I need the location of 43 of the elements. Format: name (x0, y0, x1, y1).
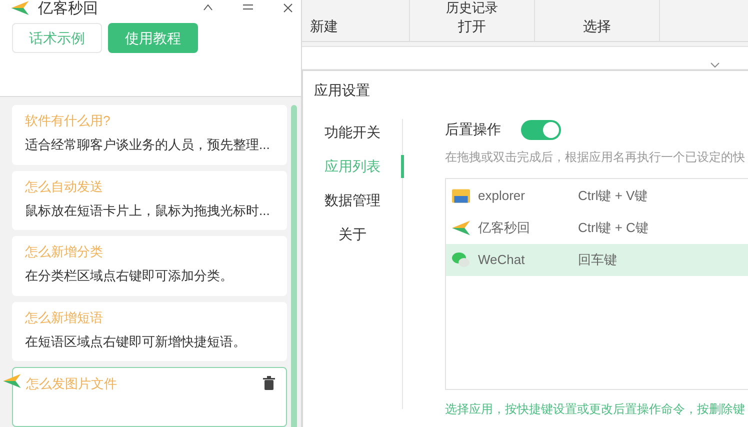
app-name: WeChat (478, 251, 526, 270)
app-name: 亿客秒回 (478, 219, 531, 238)
drag-cursor-icon (3, 374, 21, 388)
folder-icon (452, 188, 470, 204)
group-label: 新建 (310, 17, 338, 36)
dialog-title: 应用设置 (313, 81, 370, 99)
app-row[interactable]: explorer Ctrl键 + V键 (446, 180, 748, 212)
nav-item[interactable]: 功能开关 (303, 123, 402, 141)
card-text: 在分类栏区域点右键即可添加分类。 (25, 267, 234, 286)
logo-icon (10, 1, 30, 15)
group-label: 选择 (583, 17, 611, 36)
card-title: 怎么自动发送 (25, 178, 103, 196)
paper-plane-icon (452, 220, 470, 236)
setting-label: 后置操作 (445, 120, 501, 139)
card-text: 在短语区域点右键即可新增快捷短语。 (25, 332, 247, 351)
phrase-card[interactable]: 怎么新增分类 在分类栏区域点右键即可添加分类。 (12, 236, 287, 296)
shortcut-text: Ctrl键 + V键 (578, 187, 648, 206)
card-title: 怎么新增短语 (25, 308, 103, 327)
card-title: 怎么新增分类 (25, 243, 103, 262)
app-name: explorer (478, 187, 526, 206)
description-text: 在拖拽或双击完成后，根据应用名再执行一个已设定的快 (445, 149, 746, 166)
phrase-card[interactable]: 怎么新增短语 在短语区域点右键即可新增快捷短语。 (12, 302, 287, 362)
trash-icon[interactable] (263, 376, 275, 390)
chevron-icon (710, 62, 720, 68)
shortcut-text: Ctrl键 + C键 (578, 219, 648, 238)
close-icon[interactable] (281, 2, 295, 14)
card-title: 软件有什么用? (25, 112, 110, 130)
app-row[interactable]: 亿客秒回 Ctrl键 + C键 (446, 212, 748, 244)
hint-text: 选择应用，按快捷键设置或更改后置操作命令，按删除键 (445, 402, 746, 416)
window-title: 亿客秒回 (38, 0, 98, 16)
shortcut-text: 回车键 (578, 251, 617, 270)
toggle-switch[interactable] (521, 120, 561, 140)
nav-item[interactable]: 关于 (303, 225, 402, 243)
card-title: 怎么发图片文件 (26, 375, 117, 394)
nav-item[interactable]: 数据管理 (303, 191, 402, 209)
phrase-card[interactable]: 怎么自动发送 鼠标放在短语卡片上，鼠标为拖拽光标时... (12, 170, 287, 230)
ribbon-button[interactable]: 历史记录 (446, 0, 498, 15)
phrase-card[interactable]: 软件有什么用? 适合经常聊客户谈业务的人员，预先整理... (12, 105, 287, 165)
card-text: 鼠标放在短语卡片上，鼠标为拖拽光标时... (25, 202, 271, 220)
card-text: 适合经常聊客户谈业务的人员，预先整理... (25, 136, 271, 154)
group-label: 打开 (458, 17, 486, 36)
app-row[interactable]: WeChat 回车键 (446, 244, 748, 276)
chat-bubble-icon (452, 252, 470, 268)
